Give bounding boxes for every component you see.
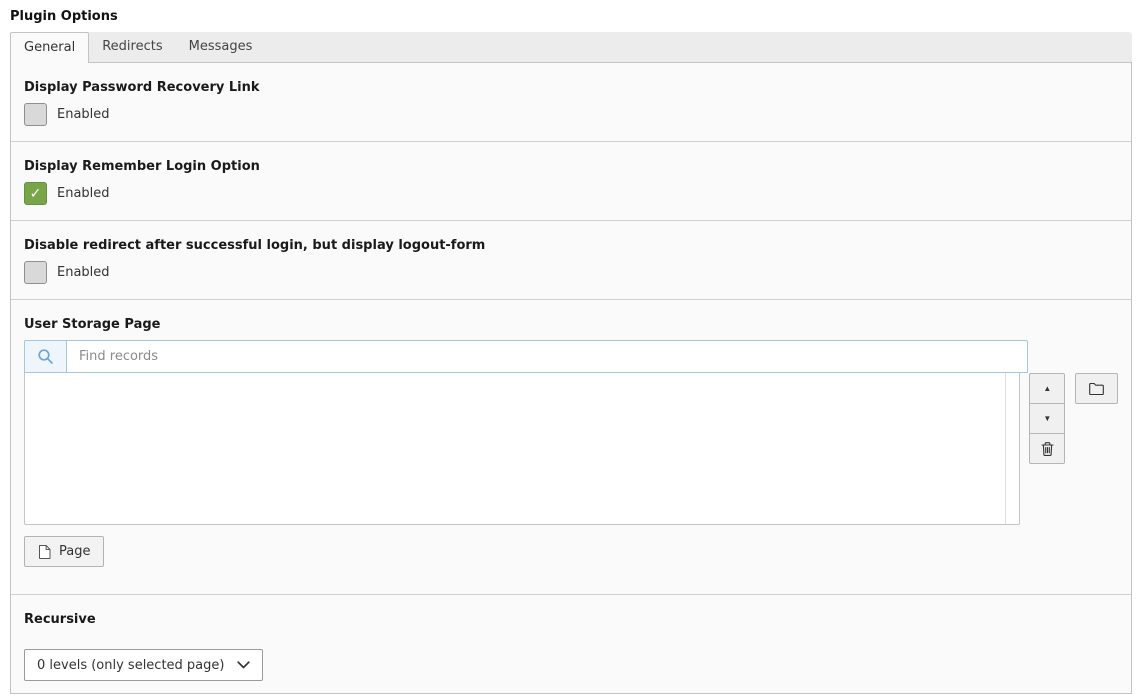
checkbox-label[interactable]: Enabled [57, 186, 110, 201]
delete-record-button[interactable] [1029, 433, 1065, 464]
disable-redirect-checkbox[interactable]: ✓ [24, 261, 47, 284]
tab-bar: General Redirects Messages [10, 32, 1132, 62]
remember-login-checkbox[interactable]: ✓ [24, 182, 47, 205]
checkbox-row: ✓ Enabled [24, 103, 1118, 126]
move-down-button[interactable]: ▼ [1029, 403, 1065, 434]
chevron-down-icon [237, 661, 250, 669]
tab-redirects[interactable]: Redirects [89, 32, 175, 62]
checkbox-label[interactable]: Enabled [57, 265, 110, 280]
password-recovery-checkbox[interactable]: ✓ [24, 103, 47, 126]
page-title: Plugin Options [10, 9, 1132, 25]
record-search-input[interactable] [67, 341, 1027, 372]
search-addon [25, 341, 67, 372]
plugin-options-panel: Plugin Options General Redirects Message… [10, 0, 1132, 694]
arrow-down-icon: ▼ [1043, 415, 1051, 423]
record-controls: ▲ ▼ [1029, 373, 1065, 464]
storage-row: ▲ ▼ [24, 373, 1118, 525]
browse-records-button[interactable] [1075, 373, 1118, 404]
field-label: Recursive [24, 612, 1118, 628]
move-up-button[interactable]: ▲ [1029, 373, 1065, 404]
add-page-button[interactable]: Page [24, 536, 104, 567]
search-icon [37, 348, 54, 365]
checkbox-row: ✓ Enabled [24, 182, 1118, 205]
page-button-label: Page [59, 544, 90, 559]
field-disable-redirect: Disable redirect after successful login,… [11, 221, 1131, 300]
checkbox-label[interactable]: Enabled [57, 107, 110, 122]
scrollbar-track [1005, 373, 1006, 524]
tab-messages[interactable]: Messages [176, 32, 266, 62]
tab-general[interactable]: General [10, 32, 89, 63]
field-label: Disable redirect after successful login,… [24, 238, 1118, 254]
recursive-select-value: 0 levels (only selected page) [37, 658, 224, 673]
folder-icon [1088, 381, 1105, 396]
field-label: Display Remember Login Option [24, 159, 1118, 175]
trash-icon [1040, 441, 1055, 457]
field-password-recovery: Display Password Recovery Link ✓ Enabled [11, 63, 1131, 142]
checkbox-row: ✓ Enabled [24, 261, 1118, 284]
selected-records-listbox[interactable] [24, 373, 1020, 525]
tab-content-general: Display Password Recovery Link ✓ Enabled… [10, 62, 1132, 694]
field-label: User Storage Page [24, 317, 1118, 333]
field-remember-login: Display Remember Login Option ✓ Enabled [11, 142, 1131, 221]
field-user-storage: User Storage Page ▲ [11, 300, 1131, 595]
field-recursive: Recursive 0 levels (only selected page) [11, 595, 1131, 693]
check-icon: ✓ [30, 187, 42, 201]
record-search-group [24, 340, 1028, 373]
page-icon [38, 544, 51, 560]
field-label: Display Password Recovery Link [24, 80, 1118, 96]
recursive-select[interactable]: 0 levels (only selected page) [24, 649, 263, 681]
arrow-up-icon: ▲ [1043, 385, 1051, 393]
